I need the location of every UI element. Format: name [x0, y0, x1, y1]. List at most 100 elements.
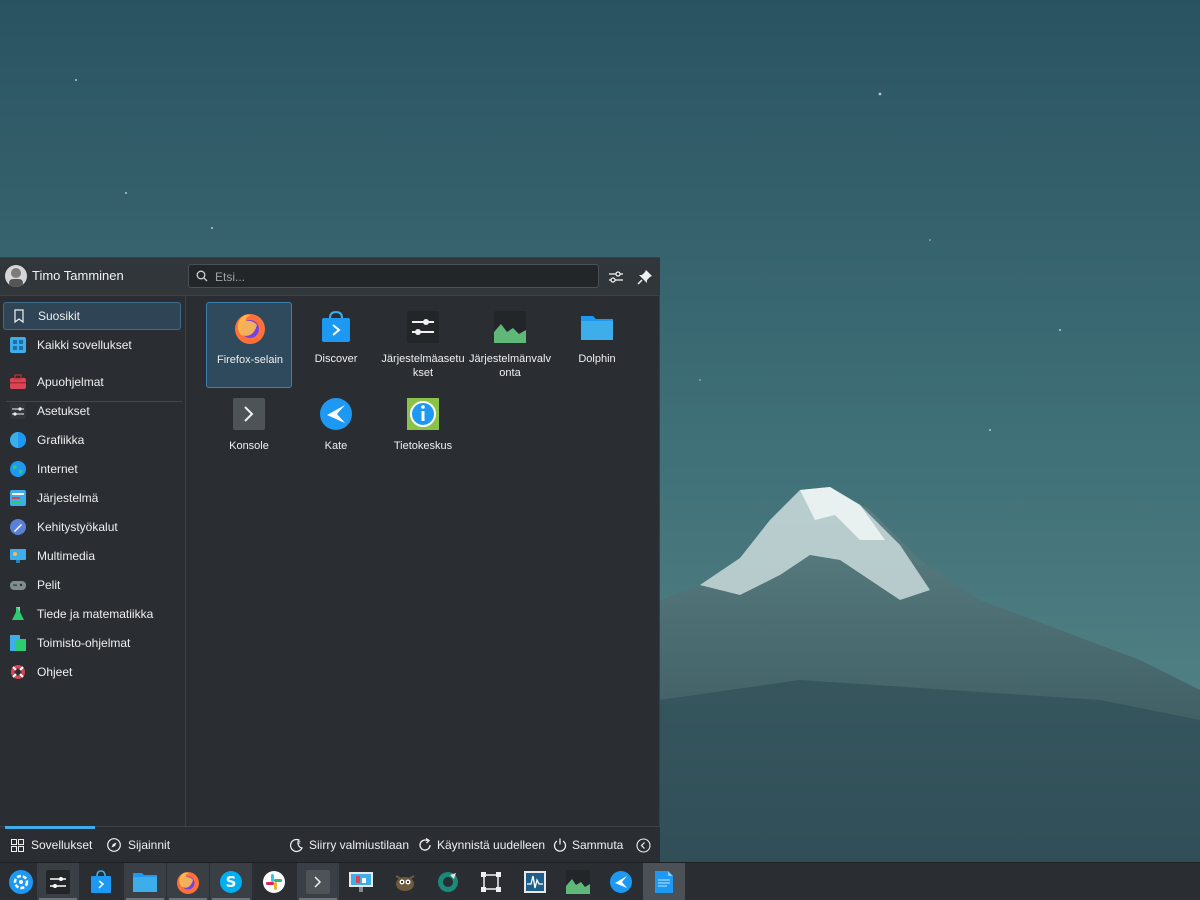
restart-icon: [419, 838, 431, 851]
app-label: Kate: [324, 440, 348, 452]
avatar[interactable]: [5, 265, 27, 287]
office-icon: [10, 635, 26, 651]
taskbar-slack[interactable]: [253, 863, 295, 900]
shutdown-button[interactable]: Sammuta: [553, 827, 623, 863]
category-help[interactable]: Ohjeet: [3, 658, 181, 686]
taskbar-kate[interactable]: [600, 863, 642, 900]
krita-icon: [438, 871, 458, 892]
category-label: Kaikki sovellukset: [37, 338, 132, 352]
help-lifebuoy-icon: [11, 665, 25, 679]
compass-icon: [107, 838, 121, 852]
science-icon: [12, 607, 24, 620]
app-label: Järjestelmänvalvonta: [469, 353, 551, 379]
gamepad-icon: [10, 581, 26, 590]
presentation-icon: [349, 871, 373, 892]
taskbar-discover[interactable]: [80, 863, 122, 900]
launcher-header: Timo Tamminen: [0, 258, 660, 296]
category-label: Kehitystyökalut: [37, 520, 118, 534]
category-games[interactable]: Pelit: [3, 571, 181, 599]
app-dolphin[interactable]: Dolphin: [554, 302, 640, 388]
app-firefox[interactable]: Firefox-selain: [206, 302, 292, 388]
graphics-icon: [10, 432, 26, 448]
grid-apps-icon: [10, 337, 26, 353]
taskbar-system-monitor-graph[interactable]: [557, 863, 599, 900]
search-box[interactable]: [188, 264, 599, 288]
app-kate[interactable]: Kate: [293, 389, 379, 475]
restart-label: Käynnistä uudelleen: [437, 838, 546, 852]
category-label: Toimisto-ohjelmat: [37, 636, 131, 650]
sleep-button[interactable]: z Siirry valmiustilaan: [289, 827, 409, 863]
system-monitor-icon: [494, 311, 526, 343]
multimedia-icon: [10, 549, 26, 563]
category-graphics[interactable]: Grafiikka: [3, 426, 181, 454]
category-favorites[interactable]: Suosikit: [3, 302, 181, 330]
app-system-settings[interactable]: Järjestelmäasetukset: [380, 302, 466, 388]
configure-sliders-icon[interactable]: [606, 267, 626, 287]
category-label: Multimedia: [37, 549, 96, 563]
category-system[interactable]: Järjestelmä: [3, 484, 181, 512]
firefox-icon: [177, 871, 199, 894]
restart-button[interactable]: Käynnistä uudelleen: [418, 827, 545, 863]
category-sidebar: Suosikit Kaikki sovellukset Apuohjelmat …: [0, 296, 186, 826]
slack-icon: [263, 870, 285, 893]
gimp-icon: [395, 874, 415, 891]
more-button[interactable]: [636, 827, 656, 863]
taskbar-transform[interactable]: [470, 863, 512, 900]
app-label: Dolphin: [578, 353, 616, 365]
app-label: Konsole: [229, 440, 269, 452]
taskbar-konsole[interactable]: [297, 863, 339, 900]
taskbar-krita[interactable]: [427, 863, 469, 900]
taskbar-gimp[interactable]: [384, 863, 426, 900]
category-multimedia[interactable]: Multimedia: [3, 542, 181, 570]
app-label: Discover: [314, 353, 358, 365]
firefox-icon: [235, 314, 265, 344]
terminal-icon: [306, 869, 330, 894]
taskbar-presentation[interactable]: [340, 863, 382, 900]
taskbar-system-monitor[interactable]: [514, 863, 556, 900]
kde-launcher-icon: [9, 869, 33, 894]
category-label: Grafiikka: [37, 433, 85, 447]
category-label: Pelit: [37, 578, 61, 592]
kate-icon: [320, 398, 352, 430]
app-info-center[interactable]: Tietokeskus: [380, 389, 466, 475]
search-input[interactable]: [213, 267, 587, 287]
app-label: Firefox-selain: [216, 354, 284, 366]
category-science[interactable]: Tiede ja matematiikka: [3, 600, 181, 628]
category-office[interactable]: Toimisto-ohjelmat: [3, 629, 181, 657]
taskbar-dolphin[interactable]: [124, 863, 166, 900]
tab-label: Sijainnit: [128, 838, 171, 852]
folder-icon: [581, 316, 613, 340]
category-all-apps[interactable]: Kaikki sovellukset: [3, 331, 181, 359]
taskbar-system-settings[interactable]: [37, 863, 79, 900]
app-discover[interactable]: Discover: [293, 302, 379, 388]
user-name: Timo Tamminen: [32, 268, 124, 283]
kde-launcher-button[interactable]: [0, 863, 42, 900]
shutdown-label: Sammuta: [572, 838, 624, 852]
grid-icon: [11, 838, 24, 852]
transform-icon: [481, 871, 501, 892]
tab-applications[interactable]: Sovellukset: [4, 826, 96, 863]
pin-icon[interactable]: [635, 267, 655, 287]
discover-icon: [91, 869, 111, 893]
bookmark-icon: [14, 309, 24, 324]
category-label: Suosikit: [38, 309, 81, 323]
app-system-monitor[interactable]: Järjestelmänvalvonta: [467, 302, 553, 388]
terminal-icon: [233, 398, 265, 430]
category-internet[interactable]: Internet: [3, 455, 181, 483]
system-settings-icon: [46, 869, 70, 894]
category-development[interactable]: Kehitystyökalut: [3, 513, 181, 541]
taskbar-skype[interactable]: S: [210, 863, 252, 900]
taskbar-document[interactable]: [643, 863, 685, 900]
settings-sliders-icon: [10, 403, 26, 419]
taskbar-firefox[interactable]: [167, 863, 209, 900]
category-label: Tiede ja matematiikka: [37, 607, 154, 621]
app-konsole[interactable]: Konsole: [206, 389, 292, 475]
category-settings[interactable]: Asetukset: [3, 397, 181, 425]
category-label: Internet: [37, 462, 78, 476]
category-accessories[interactable]: Apuohjelmat: [3, 368, 181, 396]
favorites-grid: Firefox-selain Discover Järjestelmäasetu…: [187, 296, 659, 826]
development-icon: [10, 519, 26, 535]
discover-icon: [322, 310, 350, 342]
power-icon: [553, 838, 567, 852]
tab-places[interactable]: Sijainnit: [107, 827, 170, 863]
